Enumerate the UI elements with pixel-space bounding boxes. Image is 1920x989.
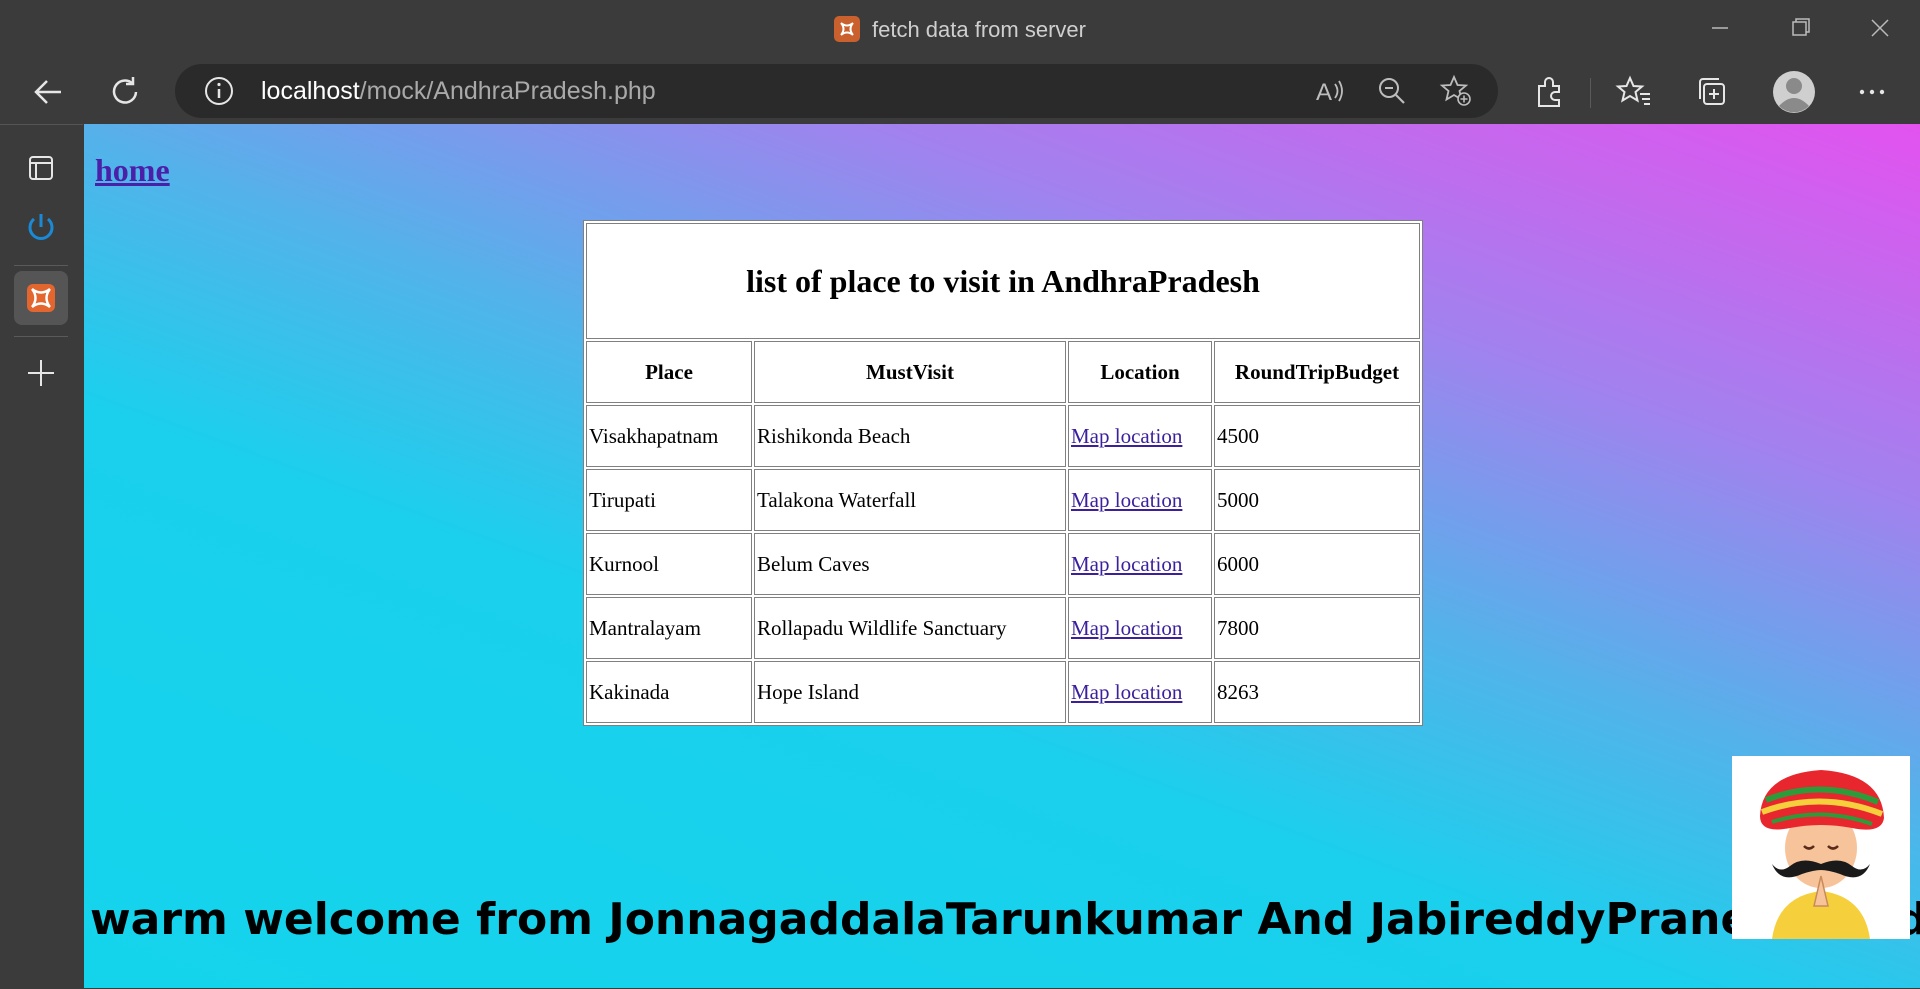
table-row: Kurnool Belum Caves Map location 6000 <box>586 533 1420 595</box>
place-cell: Tirupati <box>586 469 752 531</box>
column-header: Location <box>1068 341 1212 403</box>
table-row: Tirupati Talakona Waterfall Map location… <box>586 469 1420 531</box>
page-content: home list of place to visit in AndhraPra… <box>84 124 1920 988</box>
table-row: Mantralayam Rollapadu Wildlife Sanctuary… <box>586 597 1420 659</box>
sidebar-divider <box>14 265 68 266</box>
map-location-link[interactable]: Map location <box>1071 488 1182 512</box>
sidebar-divider <box>14 336 68 337</box>
toolbar-divider <box>1590 78 1591 108</box>
url-path: /mock/AndhraPradesh.php <box>359 77 656 105</box>
namaste-mascot-image <box>1732 756 1910 939</box>
favorites-icon[interactable] <box>1612 70 1656 114</box>
power-icon[interactable] <box>16 203 66 253</box>
map-location-link[interactable]: Map location <box>1071 680 1182 704</box>
place-cell: Visakhapatnam <box>586 405 752 467</box>
app-tab-icon[interactable] <box>16 273 66 323</box>
window-title: fetch data from server <box>872 17 1086 42</box>
zoom-out-icon[interactable] <box>1375 74 1409 108</box>
table-caption: list of place to visit in AndhraPradesh <box>586 223 1420 339</box>
budget-cell: 7800 <box>1214 597 1420 659</box>
svg-text:A: A <box>1316 79 1332 106</box>
location-cell: Map location <box>1068 597 1212 659</box>
window-title-area: fetch data from server <box>0 16 1920 43</box>
more-icon[interactable] <box>1850 70 1894 114</box>
location-cell: Map location <box>1068 405 1212 467</box>
tab-actions-icon[interactable] <box>16 143 66 193</box>
must-visit-cell: Hope Island <box>754 661 1066 723</box>
must-visit-cell: Talakona Waterfall <box>754 469 1066 531</box>
title-bar: fetch data from server <box>0 0 1920 58</box>
add-icon[interactable] <box>16 348 66 398</box>
site-info-icon[interactable] <box>202 74 236 108</box>
add-favorite-icon[interactable] <box>1439 74 1473 108</box>
place-cell: Kakinada <box>586 661 752 723</box>
minimize-icon[interactable] <box>1700 10 1740 46</box>
read-aloud-icon[interactable]: A <box>1313 74 1347 108</box>
profile-icon[interactable] <box>1770 68 1818 116</box>
column-header: RoundTripBudget <box>1214 341 1420 403</box>
maximize-icon[interactable] <box>1780 10 1820 46</box>
must-visit-cell: Rishikonda Beach <box>754 405 1066 467</box>
location-cell: Map location <box>1068 661 1212 723</box>
location-cell: Map location <box>1068 469 1212 531</box>
budget-cell: 5000 <box>1214 469 1420 531</box>
map-location-link[interactable]: Map location <box>1071 552 1182 576</box>
column-header: MustVisit <box>754 341 1066 403</box>
must-visit-cell: Rollapadu Wildlife Sanctuary <box>754 597 1066 659</box>
app-icon <box>834 16 860 42</box>
places-table: list of place to visit in AndhraPradesh … <box>583 220 1423 726</box>
home-link[interactable]: home <box>95 152 170 189</box>
map-location-link[interactable]: Map location <box>1071 616 1182 640</box>
browser-toolbar: localhost/mock/AndhraPradesh.php A <box>0 58 1920 124</box>
table-row: Visakhapatnam Rishikonda Beach Map locat… <box>586 405 1420 467</box>
extensions-icon[interactable] <box>1527 70 1571 114</box>
map-location-link[interactable]: Map location <box>1071 424 1182 448</box>
close-icon[interactable] <box>1860 10 1900 46</box>
table-caption-row: list of place to visit in AndhraPradesh <box>586 223 1420 339</box>
url-text[interactable]: localhost/mock/AndhraPradesh.php <box>261 77 656 106</box>
table-row: Kakinada Hope Island Map location 8263 <box>586 661 1420 723</box>
address-bar[interactable]: localhost/mock/AndhraPradesh.php A <box>175 64 1498 118</box>
budget-cell: 4500 <box>1214 405 1420 467</box>
welcome-marquee: warm welcome from JonnagaddalaTarunkumar… <box>90 894 1920 945</box>
location-cell: Map location <box>1068 533 1212 595</box>
url-host: localhost <box>261 77 360 105</box>
column-header: Place <box>586 341 752 403</box>
must-visit-cell: Belum Caves <box>754 533 1066 595</box>
budget-cell: 6000 <box>1214 533 1420 595</box>
refresh-icon[interactable] <box>104 70 148 114</box>
back-icon[interactable] <box>27 70 71 114</box>
collections-icon[interactable] <box>1690 70 1734 114</box>
browser-sidebar <box>0 124 83 989</box>
budget-cell: 8263 <box>1214 661 1420 723</box>
place-cell: Mantralayam <box>586 597 752 659</box>
table-header-row: Place MustVisit Location RoundTripBudget <box>586 341 1420 403</box>
place-cell: Kurnool <box>586 533 752 595</box>
